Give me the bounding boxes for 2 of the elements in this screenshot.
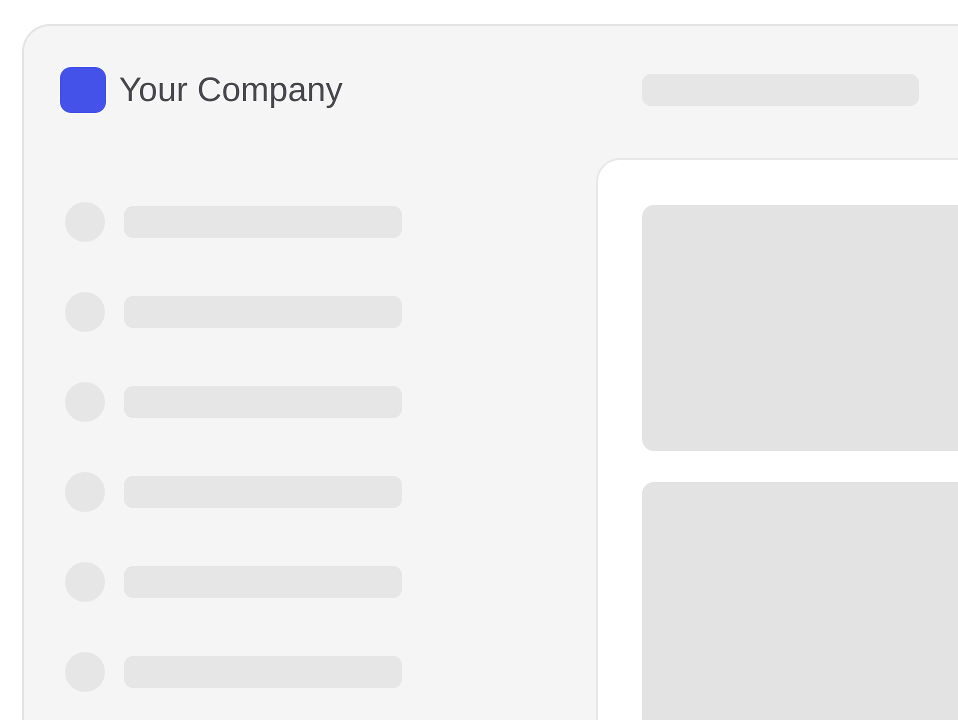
logo-icon bbox=[60, 67, 106, 113]
company-name: Your Company bbox=[119, 73, 343, 107]
